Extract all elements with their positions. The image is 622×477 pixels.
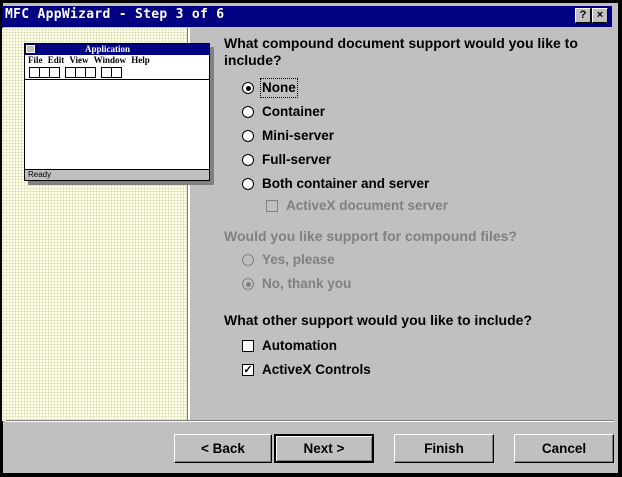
automation-label[interactable]: Automation xyxy=(262,338,337,354)
radio-mini-server-control[interactable] xyxy=(242,130,254,142)
radio-container-label[interactable]: Container xyxy=(262,104,325,120)
compound-doc-question: What compound document support would you… xyxy=(224,35,578,68)
preview-menu-window: Window xyxy=(93,55,126,65)
preview-title: Application xyxy=(85,44,131,54)
radio-both-label[interactable]: Both container and server xyxy=(262,176,429,192)
automation-box[interactable] xyxy=(242,340,254,352)
preview-menu-view: View xyxy=(69,55,89,65)
preview-shadow-bottom xyxy=(28,181,214,185)
radio-yes-please-label[interactable]: Yes, please xyxy=(262,252,335,268)
preview-title-bar: Application xyxy=(25,44,209,55)
activex-doc-server-box[interactable] xyxy=(266,200,278,212)
preview-status-bar: Ready xyxy=(25,169,209,180)
finish-button[interactable]: Finish xyxy=(394,434,494,463)
preview-toolbar-button xyxy=(49,67,60,78)
button-separator xyxy=(6,420,614,422)
radio-full-server-control[interactable] xyxy=(242,154,254,166)
radio-both-control[interactable] xyxy=(242,178,254,190)
cancel-button[interactable]: Cancel xyxy=(514,434,614,463)
radio-no-thank-you-label[interactable]: No, thank you xyxy=(262,276,351,292)
radio-none-control[interactable] xyxy=(242,82,254,94)
back-button[interactable]: < Back xyxy=(174,434,272,463)
preview-application-window: Application File Edit View Window Help R… xyxy=(24,43,210,181)
window-title: MFC AppWizard - Step 3 of 6 xyxy=(5,7,225,22)
activex-doc-server-label[interactable]: ActiveX document server xyxy=(286,198,448,214)
preview-status-text: Ready xyxy=(28,170,52,179)
other-support-question: What other support would you like to inc… xyxy=(224,312,532,328)
radio-container-control[interactable] xyxy=(242,106,254,118)
radio-full-server-label[interactable]: Full-server xyxy=(262,152,331,168)
preview-toolbar-button xyxy=(85,67,96,78)
title-bar[interactable]: MFC AppWizard - Step 3 of 6 ? × xyxy=(2,6,612,27)
next-button[interactable]: Next > xyxy=(274,434,374,463)
radio-no-thank-you-control[interactable] xyxy=(242,278,254,290)
radio-none-label[interactable]: None xyxy=(260,78,298,98)
activex-controls-label[interactable]: ActiveX Controls xyxy=(262,362,371,378)
close-icon[interactable]: × xyxy=(592,8,608,23)
radio-mini-server-label[interactable]: Mini-server xyxy=(262,128,334,144)
preview-toolbar-button xyxy=(111,67,122,78)
radio-yes-please-control[interactable] xyxy=(242,254,254,266)
preview-menu-bar: File Edit View Window Help xyxy=(28,55,153,65)
compound-files-question: Would you like support for compound file… xyxy=(224,228,517,244)
preview-menu-help: Help xyxy=(131,55,150,65)
preview-menu-file: File xyxy=(28,55,43,65)
preview-menu-edit: Edit xyxy=(47,55,65,65)
preview-toolbar xyxy=(25,66,209,80)
preview-system-menu-icon xyxy=(26,45,35,53)
help-icon[interactable]: ? xyxy=(575,8,591,23)
checkmark-icon[interactable]: ✓ xyxy=(242,364,254,376)
preview-shadow xyxy=(210,47,214,185)
